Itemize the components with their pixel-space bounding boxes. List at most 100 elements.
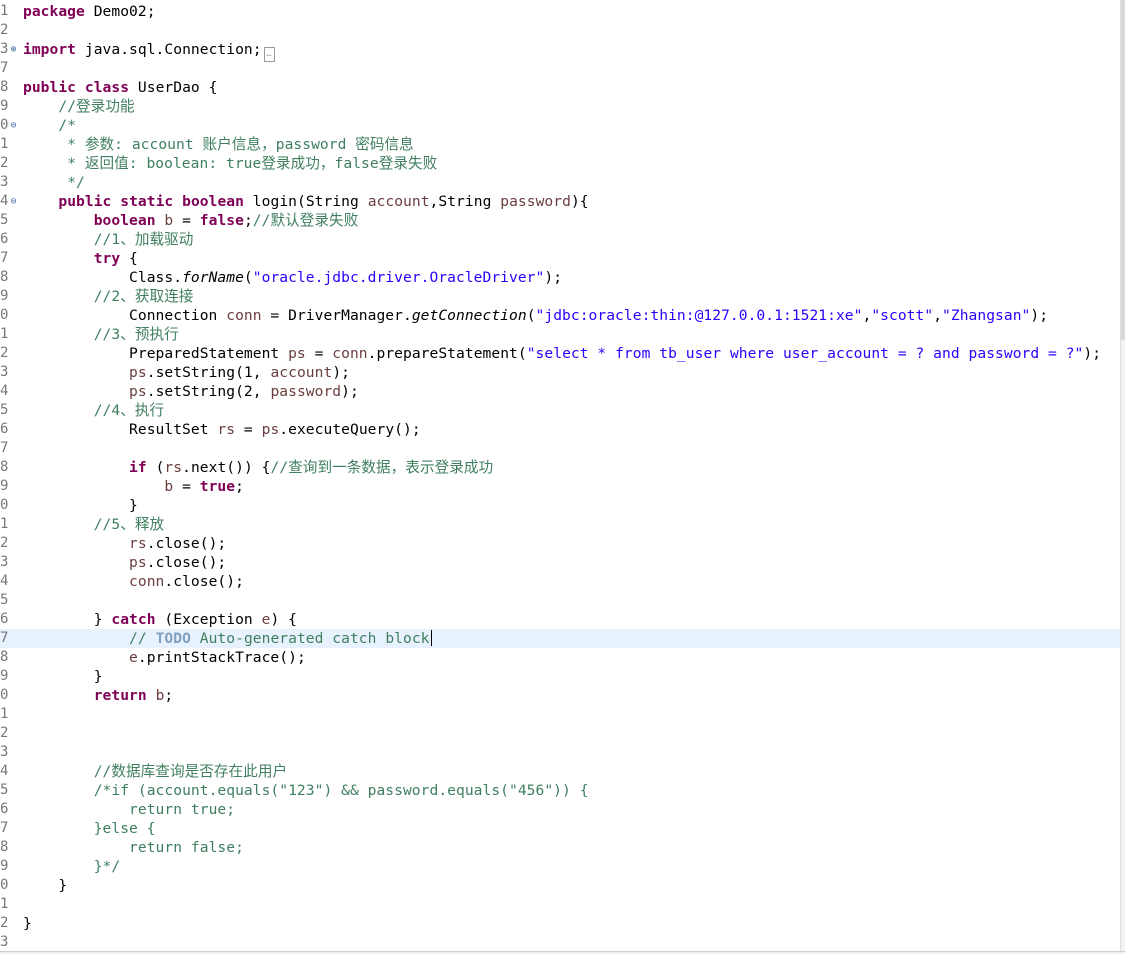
code-line[interactable]: 6 } catch (Exception e) { bbox=[0, 610, 1120, 629]
code-line[interactable]: 2 bbox=[0, 21, 1120, 40]
code-line[interactable]: 9 //2、获取连接 bbox=[0, 287, 1120, 306]
code-line[interactable]: 8 return false; bbox=[0, 838, 1120, 857]
code-line[interactable]: 9 b = true; bbox=[0, 477, 1120, 496]
code-line[interactable]: 3 ps.close(); bbox=[0, 553, 1120, 572]
line-number: 2 bbox=[0, 155, 9, 171]
code-line[interactable]: 6 return true; bbox=[0, 800, 1120, 819]
code-line[interactable]: 1 //3、预执行 bbox=[0, 325, 1120, 344]
code-line[interactable]: 6 ResultSet rs = ps.executeQuery(); bbox=[0, 420, 1120, 439]
code-line[interactable]: 4 conn.close(); bbox=[0, 572, 1120, 591]
line-number: 0 bbox=[0, 497, 9, 513]
code-line[interactable]: 3 bbox=[0, 933, 1120, 952]
code-line[interactable]: 2 * 返回值: boolean: true登录成功，false登录失败 bbox=[0, 154, 1120, 173]
code-text: if (rs.next()) {//查询到一条数据，表示登录成功 bbox=[129, 459, 494, 476]
code-line[interactable]: 8 e.printStackTrace(); bbox=[0, 648, 1120, 667]
code-line[interactable]: 7 bbox=[0, 59, 1120, 78]
code-text: // TODO Auto-generated catch block bbox=[129, 630, 432, 647]
line-number: 9 bbox=[0, 668, 9, 684]
line-number: 5 bbox=[0, 592, 9, 608]
code-line[interactable]: 8 if (rs.next()) {//查询到一条数据，表示登录成功 bbox=[0, 458, 1120, 477]
code-text: //1、加载驱动 bbox=[93, 231, 194, 248]
line-number: 3 bbox=[0, 554, 9, 570]
line-number: 7 bbox=[0, 630, 9, 646]
line-number: 6 bbox=[0, 421, 9, 437]
code-line[interactable]: 3 */ bbox=[0, 173, 1120, 192]
code-text: */ bbox=[67, 174, 85, 191]
code-line[interactable]: 3 ps.setString(1, account); bbox=[0, 363, 1120, 382]
line-number: 6 bbox=[0, 611, 9, 627]
code-line[interactable]: 4 ⊖ public static boolean login(String ac… bbox=[0, 192, 1120, 211]
code-line[interactable]: 2 PreparedStatement ps = conn.prepareSta… bbox=[0, 344, 1120, 363]
code-line[interactable]: 9 }*/ bbox=[0, 857, 1120, 876]
code-line[interactable]: 5 boolean b = false;//默认登录失败 bbox=[0, 211, 1120, 230]
code-line[interactable]: 3 ⊕ import java.sql.Connection;… bbox=[0, 40, 1120, 62]
line-number: 9 bbox=[0, 478, 9, 494]
code-line[interactable]: 0 } bbox=[0, 496, 1120, 515]
line-number: 4 bbox=[0, 763, 9, 779]
line-number: 7 bbox=[0, 440, 9, 456]
code-line[interactable]: 1 * 参数: account 账户信息，password 密码信息 bbox=[0, 135, 1120, 154]
line-number: 3 bbox=[0, 934, 9, 950]
code-text: try { bbox=[93, 250, 138, 267]
code-line[interactable]: 0 ⊖ /* bbox=[0, 116, 1120, 135]
code-line[interactable]: 0 Connection conn = DriverManager.getCon… bbox=[0, 306, 1120, 325]
code-line[interactable]: 9 } bbox=[0, 667, 1120, 686]
code-line[interactable]: 1 package Demo02; bbox=[0, 2, 1120, 21]
code-line[interactable]: 7 }else { bbox=[0, 819, 1120, 838]
code-line[interactable]: 7 try { bbox=[0, 249, 1120, 268]
code-text: conn.close(); bbox=[129, 573, 244, 590]
code-text: } bbox=[23, 668, 103, 685]
code-text: //3、预执行 bbox=[93, 326, 179, 343]
code-line[interactable]: 7 // TODO Auto-generated catch block bbox=[0, 629, 1120, 648]
line-number: 7 bbox=[0, 250, 9, 266]
line-number: 1 bbox=[0, 3, 9, 19]
code-line[interactable]: 1 bbox=[0, 705, 1120, 724]
code-text: //数据库查询是否存在此用户 bbox=[93, 763, 288, 780]
code-line[interactable]: 5 /*if (account.equals("123") && passwor… bbox=[0, 781, 1120, 800]
code-line[interactable]: 2} bbox=[0, 914, 1120, 933]
code-line[interactable]: 1 //5、释放 bbox=[0, 515, 1120, 534]
code-line[interactable]: 4 ps.setString(2, password); bbox=[0, 382, 1120, 401]
code-line[interactable]: 4 //数据库查询是否存在此用户 bbox=[0, 762, 1120, 781]
code-line[interactable]: 3 bbox=[0, 743, 1120, 762]
collapse-fold-icon[interactable]: ⊖ bbox=[8, 119, 19, 132]
vertical-scrollbar-thumb[interactable] bbox=[1121, 0, 1125, 340]
line-number: 5 bbox=[0, 212, 9, 228]
line-number: 3 bbox=[0, 364, 9, 380]
line-number: 8 bbox=[0, 649, 9, 665]
line-number: 6 bbox=[0, 231, 9, 247]
code-line[interactable]: 5 //4、执行 bbox=[0, 401, 1120, 420]
code-text: public class UserDao { bbox=[23, 79, 218, 96]
code-line[interactable]: 0 return b; bbox=[0, 686, 1120, 705]
collapse-fold-icon[interactable]: ⊖ bbox=[8, 195, 19, 208]
code-text: * 返回值: boolean: true登录成功，false登录失败 bbox=[67, 155, 438, 172]
code-line[interactable]: 7 bbox=[0, 439, 1120, 458]
line-number: 7 bbox=[0, 60, 9, 76]
line-number: 1 bbox=[0, 326, 9, 342]
code-editor[interactable]: 1 package Demo02; 2 3 ⊕ import java.sql.Conne… bbox=[0, 0, 1120, 954]
code-line[interactable]: 2 bbox=[0, 724, 1120, 743]
code-text: } bbox=[23, 915, 32, 932]
expand-fold-icon[interactable]: ⊕ bbox=[8, 43, 19, 56]
code-line[interactable]: 0 } bbox=[0, 876, 1120, 895]
line-number: 1 bbox=[0, 136, 9, 152]
line-number: 2 bbox=[0, 345, 9, 361]
code-line[interactable]: 1 bbox=[0, 895, 1120, 914]
line-number: 5 bbox=[0, 782, 9, 798]
code-text: rs.close(); bbox=[129, 535, 227, 552]
line-number: 8 bbox=[0, 79, 9, 95]
line-number: 8 bbox=[0, 839, 9, 855]
code-text: Connection conn = DriverManager.getConne… bbox=[23, 307, 1049, 324]
code-line[interactable]: 2 rs.close(); bbox=[0, 534, 1120, 553]
code-text: * 参数: account 账户信息，password 密码信息 bbox=[67, 136, 414, 153]
code-line[interactable]: 6 //1、加载驱动 bbox=[0, 230, 1120, 249]
line-number: 5 bbox=[0, 402, 9, 418]
line-number: 9 bbox=[0, 98, 9, 114]
code-line[interactable]: 9 //登录功能 bbox=[0, 97, 1120, 116]
line-number: 8 bbox=[0, 459, 9, 475]
code-text: return false; bbox=[129, 839, 244, 856]
code-line[interactable]: 8 public class UserDao { bbox=[0, 78, 1120, 97]
code-line[interactable]: 8 Class.forName("oracle.jdbc.driver.Orac… bbox=[0, 268, 1120, 287]
line-number: 2 bbox=[0, 535, 9, 551]
code-line[interactable]: 5 bbox=[0, 591, 1120, 610]
